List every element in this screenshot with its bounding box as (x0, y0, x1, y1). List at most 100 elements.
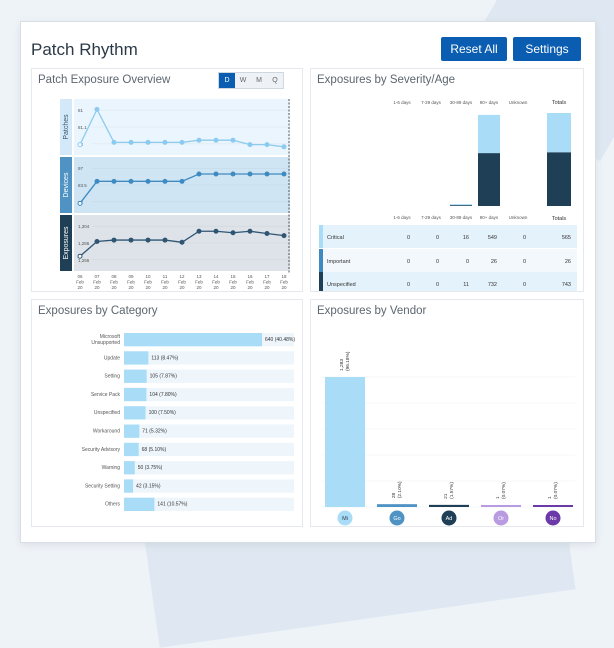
row-color-swatch (319, 225, 323, 248)
column-header: Unknown (509, 100, 528, 105)
table-cell: 0 (523, 282, 526, 288)
x-tick-label: 20 (94, 285, 100, 290)
data-point (213, 228, 219, 234)
category-bar (124, 369, 147, 383)
stack-segment (478, 153, 500, 206)
data-point (94, 178, 100, 184)
data-point (162, 139, 168, 145)
value-label: 28 (391, 492, 397, 498)
x-tick-label: 18 (281, 274, 287, 279)
column-header: 30-89 days (450, 215, 473, 220)
y-tick-label: 1,286 (78, 241, 90, 246)
data-point (128, 178, 134, 184)
value-label: (1.57%) (449, 482, 455, 499)
row-total: 743 (562, 282, 571, 288)
table-cell: 11 (463, 282, 469, 288)
data-point (247, 228, 253, 234)
data-point (264, 171, 270, 177)
row-total: 26 (565, 259, 571, 265)
vendor-bar (429, 504, 469, 507)
x-tick-label: 13 (196, 274, 202, 279)
value-label: (0.07%) (553, 482, 559, 499)
data-point (162, 237, 168, 243)
x-tick-label: 20 (281, 285, 287, 290)
value-label: 113 (8.47%) (151, 355, 178, 361)
column-header: 90+ days (480, 100, 499, 105)
data-point (196, 137, 202, 143)
data-point (145, 237, 151, 243)
data-point (264, 230, 270, 236)
category-label: Workaround (93, 429, 120, 435)
vendor-code: No (549, 516, 556, 522)
column-header: 7-29 days (421, 215, 442, 220)
x-tick-label: 16 (247, 274, 253, 279)
vendor-code: Mi (342, 516, 348, 522)
x-tick-label: 15 (230, 274, 236, 279)
reset-all-button[interactable]: Reset All (441, 37, 507, 61)
row-label: Devices (63, 172, 70, 197)
category-label: Others (105, 502, 121, 508)
x-tick-label: 11 (163, 274, 168, 279)
table-cell: 0 (407, 282, 410, 288)
column-header: 1-6 days (393, 215, 411, 220)
column-header: 30-89 days (450, 100, 473, 105)
table-cell: 0 (523, 259, 526, 265)
data-point (213, 137, 219, 143)
value-label: 1,283 (339, 359, 345, 371)
column-header: 1-6 days (393, 100, 411, 105)
overview-chart: Patches8181.198Devices9783.584Exposures1… (60, 99, 290, 290)
x-tick-label: 20 (196, 285, 202, 290)
row-total: 565 (562, 235, 571, 241)
data-point (196, 228, 202, 234)
vendor-bar (481, 505, 521, 507)
x-tick-label: 17 (264, 274, 270, 279)
table-cell: 0 (523, 235, 526, 241)
table-cell: 0 (407, 259, 410, 265)
value-label: 42 (3.15%) (136, 483, 161, 489)
y-tick-label: 83.5 (78, 183, 87, 188)
bar-track (124, 351, 294, 365)
vendor-code: Or (498, 516, 504, 522)
table-cell: 0 (407, 235, 410, 241)
category-bar (124, 387, 147, 402)
data-point (230, 171, 236, 177)
value-label: 71 (5.32%) (142, 429, 167, 435)
row-label: Patches (63, 114, 70, 140)
column-header: Totals (552, 216, 567, 222)
severity-chart: 1-6 days 7-29 days 30-89 days 90+ days Unkno… (319, 100, 577, 291)
category-label: Service Pack (91, 392, 121, 398)
column-header: 90+ days (480, 215, 499, 220)
data-point (179, 139, 185, 145)
column-header: Totals (552, 100, 567, 106)
category-chart: MicrosoftUnsupported 640 (40.48%)Update 11… (82, 333, 295, 511)
exposures-by-category-panel: Exposures by Category Microsoft Unsupport… (31, 299, 303, 527)
table-cell: 16 (463, 235, 469, 241)
x-tick-label: 14 (213, 274, 219, 279)
x-tick-label: Feb (76, 280, 84, 285)
vendor-bar (325, 377, 365, 507)
stack-segment (547, 152, 571, 206)
data-point (247, 171, 253, 177)
value-label: (96.18%) (345, 351, 351, 371)
column-header: 7-29 days (421, 100, 442, 105)
x-tick-label: 20 (230, 285, 236, 290)
data-point (94, 106, 100, 112)
value-label: 68 (5.10%) (142, 447, 167, 453)
exposures-by-severity-panel: Exposures by Severity/Age 1-6 days 7-29 d… (310, 68, 584, 292)
table-cell: 732 (488, 282, 497, 288)
data-point (179, 239, 185, 245)
x-tick-label: Feb (93, 280, 101, 285)
stack-segment (450, 205, 472, 206)
value-label: 1 (495, 496, 501, 499)
x-tick-label: 20 (247, 285, 253, 290)
y-tick-label: 81 (78, 108, 84, 113)
page-title: Patch Rhythm (31, 40, 138, 59)
settings-button[interactable]: Settings (513, 37, 581, 61)
x-tick-label: Feb (161, 280, 169, 285)
x-tick-label: 20 (145, 285, 151, 290)
value-label: 1 (547, 496, 553, 499)
stack-segment (478, 114, 500, 154)
category-label: Warning (102, 465, 121, 471)
data-point (111, 237, 117, 243)
category-label: Security Setting (85, 483, 120, 489)
